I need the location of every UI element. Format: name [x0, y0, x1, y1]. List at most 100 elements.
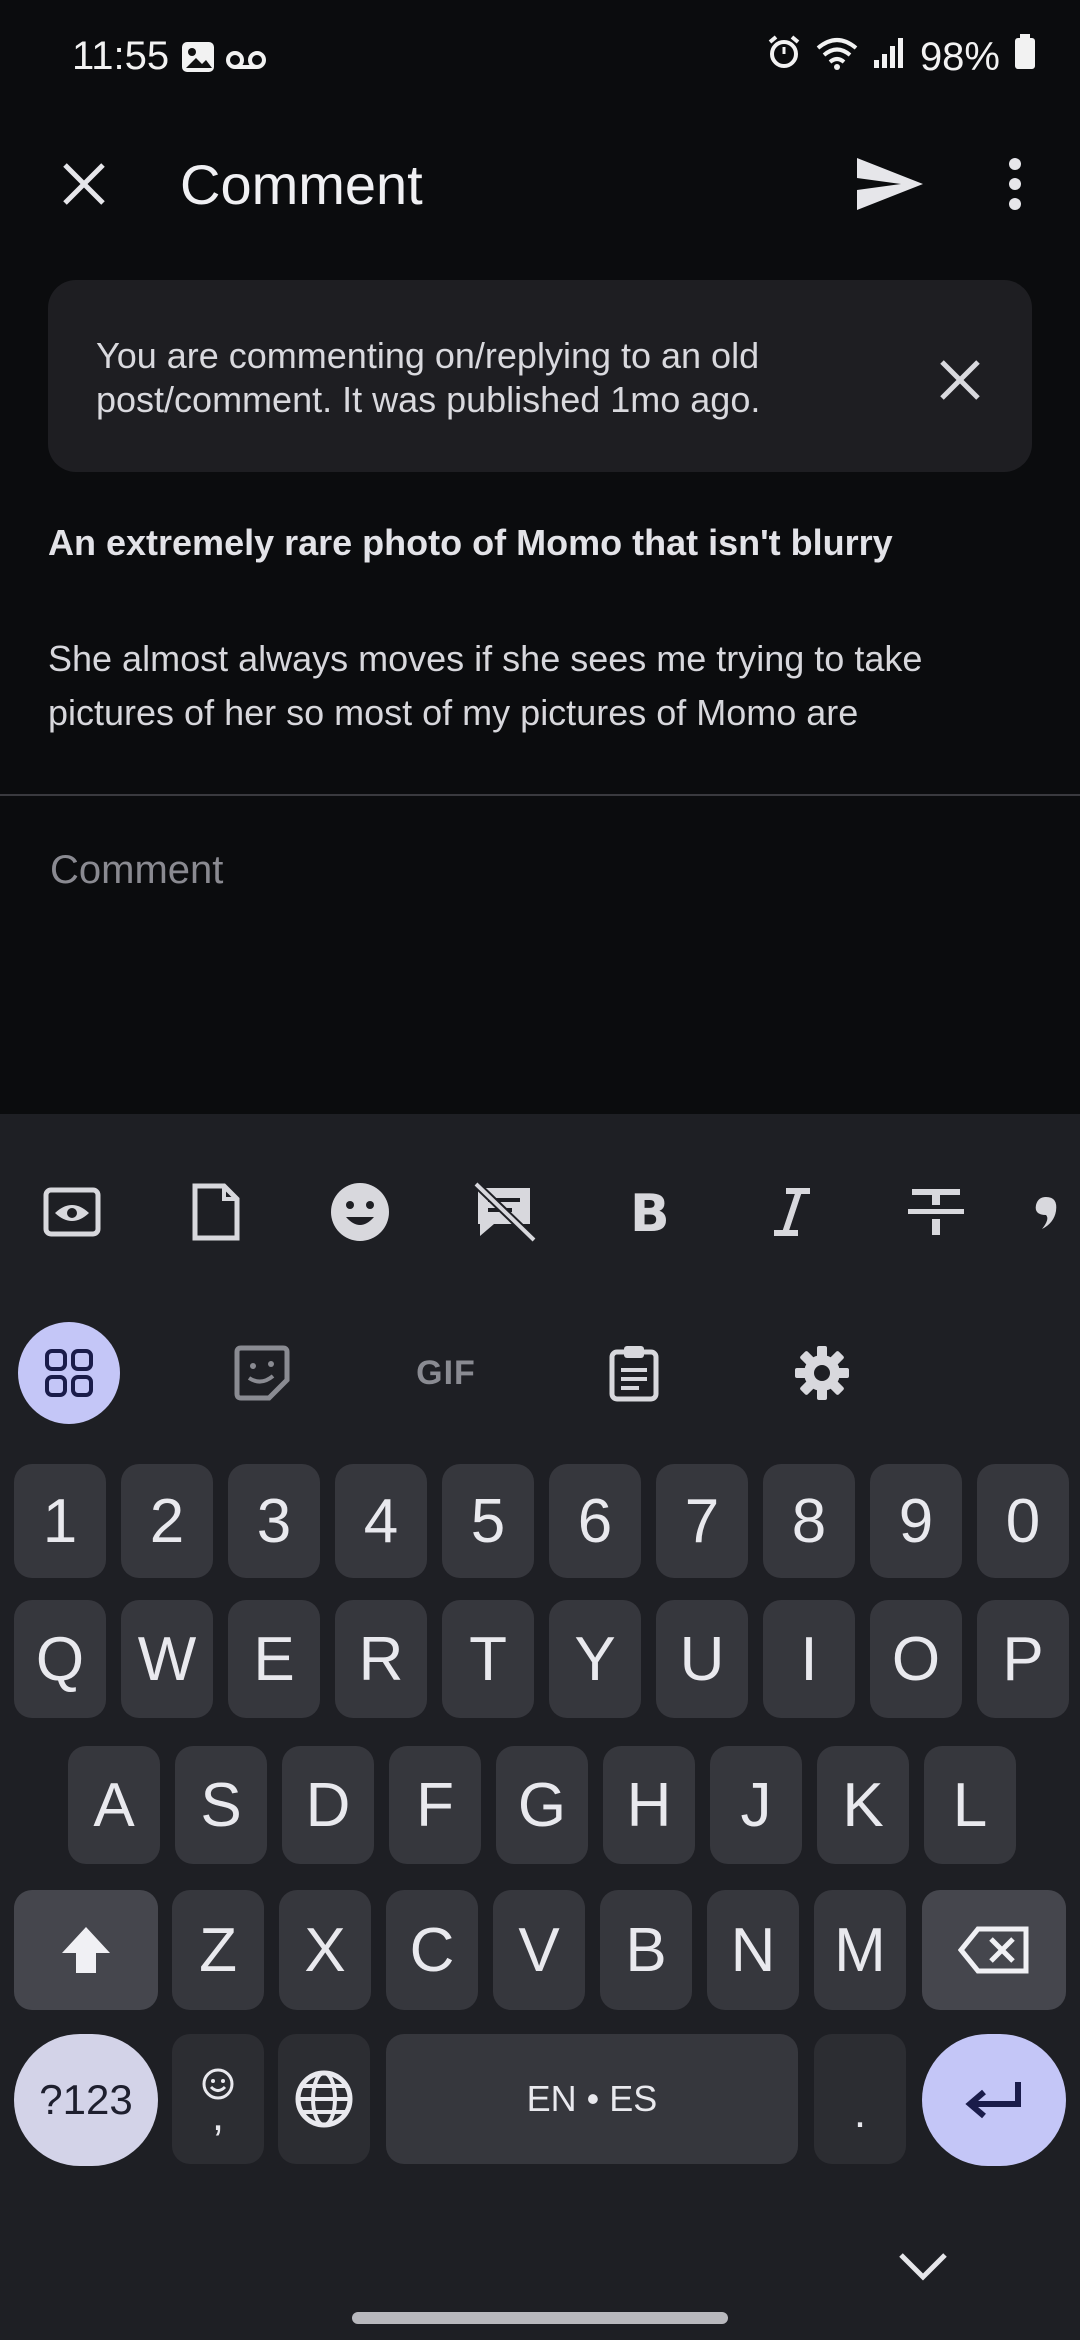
key-s[interactable]: S: [175, 1746, 267, 1864]
strikethrough-button[interactable]: [886, 1160, 986, 1264]
wifi-icon: [816, 35, 858, 80]
key-8[interactable]: 8: [763, 1464, 855, 1578]
space-key[interactable]: EN • ES: [386, 2034, 798, 2164]
status-bar: 11:55 98%: [0, 0, 1080, 118]
chevron-down-icon: [899, 2253, 947, 2281]
key-f[interactable]: F: [389, 1746, 481, 1864]
key-v[interactable]: V: [493, 1890, 585, 2010]
send-button[interactable]: [846, 144, 934, 224]
keyboard-toolbar: GIF: [0, 1320, 1080, 1430]
old-post-notice-text: You are commenting on/replying to an old…: [96, 335, 761, 420]
key-q[interactable]: Q: [14, 1600, 106, 1718]
key-7[interactable]: 7: [656, 1464, 748, 1578]
key-k[interactable]: K: [817, 1746, 909, 1864]
clipboard-icon: [609, 1346, 659, 1402]
key-5[interactable]: 5: [442, 1464, 534, 1578]
key-o[interactable]: O: [870, 1600, 962, 1718]
key-m[interactable]: M: [814, 1890, 906, 2010]
comma-label: ,: [211, 2091, 225, 2140]
insert-file-button[interactable]: [166, 1160, 266, 1264]
key-y[interactable]: Y: [549, 1600, 641, 1718]
close-button[interactable]: [44, 144, 124, 224]
backspace-icon: [958, 1926, 1029, 1974]
alarm-icon: [766, 34, 802, 80]
key-i[interactable]: I: [763, 1600, 855, 1718]
key-4[interactable]: 4: [335, 1464, 427, 1578]
gif-label: GIF: [416, 1353, 476, 1392]
post-body: She almost always moves if she sees me t…: [48, 638, 923, 733]
key-w[interactable]: W: [121, 1600, 213, 1718]
key-n[interactable]: N: [707, 1890, 799, 2010]
battery-percent: 98%: [919, 34, 1000, 79]
dismiss-notice-button[interactable]: [924, 344, 996, 416]
key-2[interactable]: 2: [121, 1464, 213, 1578]
key-a[interactable]: A: [68, 1746, 160, 1864]
markdown-toolbar: B: [0, 1160, 1080, 1264]
key-j[interactable]: J: [710, 1746, 802, 1864]
send-icon: [857, 158, 923, 210]
more-options-button[interactable]: [990, 144, 1040, 224]
sticker-icon: [234, 1345, 290, 1401]
quote-button[interactable]: [1030, 1160, 1080, 1264]
close-icon: [63, 163, 105, 205]
bold-button[interactable]: B: [598, 1160, 698, 1264]
key-g[interactable]: G: [496, 1746, 588, 1864]
key-z[interactable]: Z: [172, 1890, 264, 2010]
enter-key[interactable]: [922, 2034, 1066, 2166]
strikethrough-icon: [908, 1189, 964, 1235]
settings-button[interactable]: [772, 1322, 872, 1424]
key-r[interactable]: R: [335, 1600, 427, 1718]
enter-icon: [965, 2082, 1021, 2119]
key-t[interactable]: T: [442, 1600, 534, 1718]
key-0[interactable]: 0: [977, 1464, 1069, 1578]
status-right: 98%: [766, 34, 1036, 80]
preview-button[interactable]: [22, 1160, 122, 1264]
home-indicator: [352, 2312, 728, 2324]
more-vert-icon: [1009, 158, 1021, 210]
post-title: An extremely rare photo of Momo that isn…: [48, 522, 893, 563]
key-l[interactable]: L: [924, 1746, 1016, 1864]
emoji-comma-key[interactable]: ,: [172, 2034, 264, 2164]
key-h[interactable]: H: [603, 1746, 695, 1864]
bold-icon: B: [630, 1187, 668, 1237]
battery-icon: [1014, 34, 1036, 80]
italic-button[interactable]: [742, 1160, 842, 1264]
sticker-button[interactable]: [212, 1322, 312, 1424]
emoji-button[interactable]: [310, 1160, 410, 1264]
key-6[interactable]: 6: [549, 1464, 641, 1578]
gear-icon: [795, 1346, 849, 1400]
gif-button[interactable]: GIF: [396, 1322, 496, 1424]
status-time: 11:55: [72, 34, 170, 78]
key-b[interactable]: B: [600, 1890, 692, 2010]
symbols-key[interactable]: ?123: [14, 2034, 158, 2166]
voicemail-icon: [226, 50, 266, 75]
comment-input[interactable]: Comment: [50, 848, 223, 893]
clipboard-button[interactable]: [584, 1322, 684, 1424]
page-title: Comment: [180, 153, 423, 216]
key-p[interactable]: P: [977, 1600, 1069, 1718]
shift-key[interactable]: [14, 1890, 158, 2010]
spoiler-off-icon: [473, 1182, 536, 1242]
hide-keyboard-button[interactable]: [888, 2236, 958, 2296]
svg-text:B: B: [630, 1187, 668, 1237]
spoiler-button[interactable]: [454, 1160, 554, 1264]
language-key[interactable]: [278, 2034, 370, 2164]
keyboard-apps-button[interactable]: [18, 1322, 120, 1424]
italic-icon: [774, 1188, 810, 1236]
file-icon: [192, 1183, 240, 1241]
key-d[interactable]: D: [282, 1746, 374, 1864]
divider: [0, 794, 1080, 796]
shift-icon: [62, 1927, 110, 1973]
close-icon: [940, 360, 980, 400]
period-key[interactable]: .: [814, 2034, 906, 2164]
key-u[interactable]: U: [656, 1600, 748, 1718]
key-e[interactable]: E: [228, 1600, 320, 1718]
key-9[interactable]: 9: [870, 1464, 962, 1578]
key-3[interactable]: 3: [228, 1464, 320, 1578]
key-1[interactable]: 1: [14, 1464, 106, 1578]
period-label: .: [853, 2088, 867, 2137]
key-x[interactable]: X: [279, 1890, 371, 2010]
key-c[interactable]: C: [386, 1890, 478, 2010]
backspace-key[interactable]: [922, 1890, 1066, 2010]
preview-icon: [43, 1187, 101, 1237]
